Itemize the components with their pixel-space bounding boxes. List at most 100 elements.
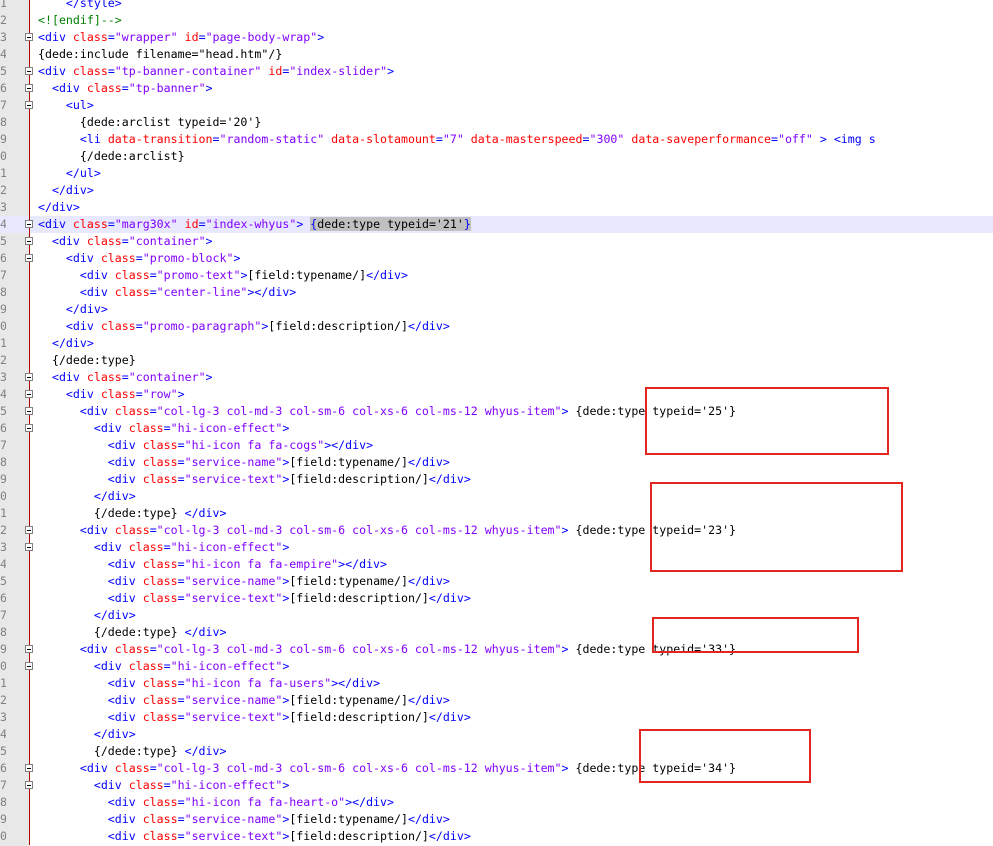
fold-toggle-icon[interactable] <box>25 101 33 109</box>
code-line[interactable]: 0 <div class="service-text">[field:descr… <box>0 828 993 845</box>
fold-guide <box>29 46 30 63</box>
code-text: </div> <box>38 726 136 743</box>
code-line[interactable]: 1 </div> <box>0 335 993 352</box>
code-token: class <box>100 319 136 333</box>
code-token: class <box>114 523 150 537</box>
fold-toggle-icon[interactable] <box>25 526 33 534</box>
code-line[interactable]: 1 </ul> <box>0 165 993 182</box>
line-number: 1 <box>0 506 6 520</box>
code-line[interactable]: 7 <div class="hi-icon-effect"> <box>0 777 993 794</box>
fold-toggle-icon[interactable] <box>25 237 33 245</box>
fold-toggle-icon[interactable] <box>25 373 33 381</box>
code-token: > <box>387 64 395 78</box>
code-line[interactable]: 5 <div class="container"> <box>0 233 993 250</box>
code-token: <div <box>38 234 87 248</box>
code-token: class <box>142 438 178 452</box>
code-line[interactable]: 8 <div class="hi-icon fa fa-heart-o"></d… <box>0 794 993 811</box>
fold-toggle-icon[interactable] <box>25 33 33 41</box>
code-line[interactable]: 6 <div class="tp-banner"> <box>0 80 993 97</box>
code-token: "promo-block" <box>142 251 234 265</box>
code-line[interactable]: 3 </div> <box>0 199 993 216</box>
code-editor[interactable]: 1 </style> 2 <![endif]--> 3 <div class="wrap… <box>0 0 993 846</box>
code-line[interactable]: 1 </style> <box>0 0 993 12</box>
code-token: id <box>177 30 199 44</box>
line-number: 0 <box>0 659 6 673</box>
code-line[interactable]: 2 <div class="service-name">[field:typen… <box>0 692 993 709</box>
fold-guide <box>29 624 30 641</box>
code-line[interactable]: 6 <div class="col-lg-3 col-md-3 col-sm-6… <box>0 760 993 777</box>
code-token: <div <box>38 761 115 775</box>
code-line[interactable]: 4 <div class="marg30x" id="index-whyus"> … <box>0 216 993 233</box>
code-token: class <box>86 234 122 248</box>
code-line[interactable]: 9 <li data-transition="random-static" da… <box>0 131 993 148</box>
code-line[interactable]: 0 <div class="hi-icon-effect"> <box>0 658 993 675</box>
line-number: 7 <box>0 608 6 622</box>
code-token: </div> <box>407 812 450 826</box>
code-token: = <box>135 319 143 333</box>
line-number: 9 <box>0 302 6 316</box>
fold-toggle-icon[interactable] <box>25 390 33 398</box>
fold-toggle-icon[interactable] <box>25 407 33 415</box>
code-line[interactable]: 2 <![endif]--> <box>0 12 993 29</box>
code-token: = <box>177 574 185 588</box>
code-line[interactable]: 4 </div> <box>0 726 993 743</box>
fold-toggle-icon[interactable] <box>25 781 33 789</box>
line-number: 3 <box>0 30 6 44</box>
code-token: class <box>114 642 150 656</box>
code-line[interactable]: 0 {/dede:arclist} <box>0 148 993 165</box>
code-token: "promo-text" <box>156 268 241 282</box>
fold-toggle-icon[interactable] <box>25 220 33 228</box>
code-token: > <img s <box>812 132 876 146</box>
fold-guide <box>29 318 30 335</box>
code-line[interactable]: 7 <div class="promo-text">[field:typenam… <box>0 267 993 284</box>
code-line[interactable]: 5 {/dede:type} </div> <box>0 743 993 760</box>
code-token: "service-name" <box>184 455 283 469</box>
line-number: 7 <box>0 268 6 282</box>
code-line[interactable]: 2 {/dede:type} <box>0 352 993 369</box>
code-token: <div <box>38 710 143 724</box>
code-text: <div class="promo-text">[field:typename/… <box>38 267 408 284</box>
line-number: 9 <box>0 132 6 146</box>
code-line[interactable]: 5 <div class="tp-banner-container" id="in… <box>0 63 993 80</box>
code-token: = <box>177 591 185 605</box>
code-token: "off" <box>777 132 813 146</box>
fold-toggle-icon[interactable] <box>25 764 33 772</box>
fold-toggle-icon[interactable] <box>25 254 33 262</box>
code-line[interactable]: 8 <div class="service-name">[field:typen… <box>0 454 993 471</box>
line-number: 6 <box>0 251 6 265</box>
fold-toggle-icon[interactable] <box>25 645 33 653</box>
code-line[interactable]: 8 <div class="center-line"></div> <box>0 284 993 301</box>
code-line[interactable]: 9 </div> <box>0 301 993 318</box>
code-token: "page-body-wrap" <box>205 30 318 44</box>
line-number: 1 <box>0 166 6 180</box>
line-number: 4 <box>0 217 6 231</box>
code-line[interactable]: 5 <div class="service-name">[field:typen… <box>0 573 993 590</box>
code-line[interactable]: 3 <div class="service-text">[field:descr… <box>0 709 993 726</box>
code-line[interactable]: 9 <div class="service-name">[field:typen… <box>0 811 993 828</box>
code-line[interactable]: 4 {dede:include filename="head.htm"/} <box>0 46 993 63</box>
code-token: "col-lg-3 col-md-3 col-sm-6 col-xs-6 col… <box>156 642 562 656</box>
code-token: = <box>198 30 206 44</box>
code-line[interactable]: 6 <div class="promo-block"> <box>0 250 993 267</box>
code-line[interactable]: 3 <div class="wrapper" id="page-body-wrap… <box>0 29 993 46</box>
fold-toggle-icon[interactable] <box>25 67 33 75</box>
code-line[interactable]: 7 <ul> <box>0 97 993 114</box>
fold-toggle-icon[interactable] <box>25 84 33 92</box>
code-line[interactable]: 2 </div> <box>0 182 993 199</box>
fold-toggle-icon[interactable] <box>25 424 33 432</box>
code-token: class <box>142 795 178 809</box>
fold-guide <box>29 267 30 284</box>
code-token: = <box>121 370 129 384</box>
code-line[interactable]: 6 <div class="service-text">[field:descr… <box>0 590 993 607</box>
line-number: 3 <box>0 200 6 214</box>
code-line[interactable]: 0 <div class="promo-paragraph">[field:de… <box>0 318 993 335</box>
line-number: 5 <box>0 64 6 78</box>
code-line[interactable]: 1 <div class="hi-icon fa fa-users"></div… <box>0 675 993 692</box>
code-line[interactable]: 3 <div class="container"> <box>0 369 993 386</box>
fold-toggle-icon[interactable] <box>25 662 33 670</box>
code-line[interactable]: 8 {dede:arclist typeid='20'} <box>0 114 993 131</box>
fold-toggle-icon[interactable] <box>25 543 33 551</box>
code-token: class <box>128 659 164 673</box>
fold-guide <box>29 471 30 488</box>
line-number: 3 <box>0 540 6 554</box>
